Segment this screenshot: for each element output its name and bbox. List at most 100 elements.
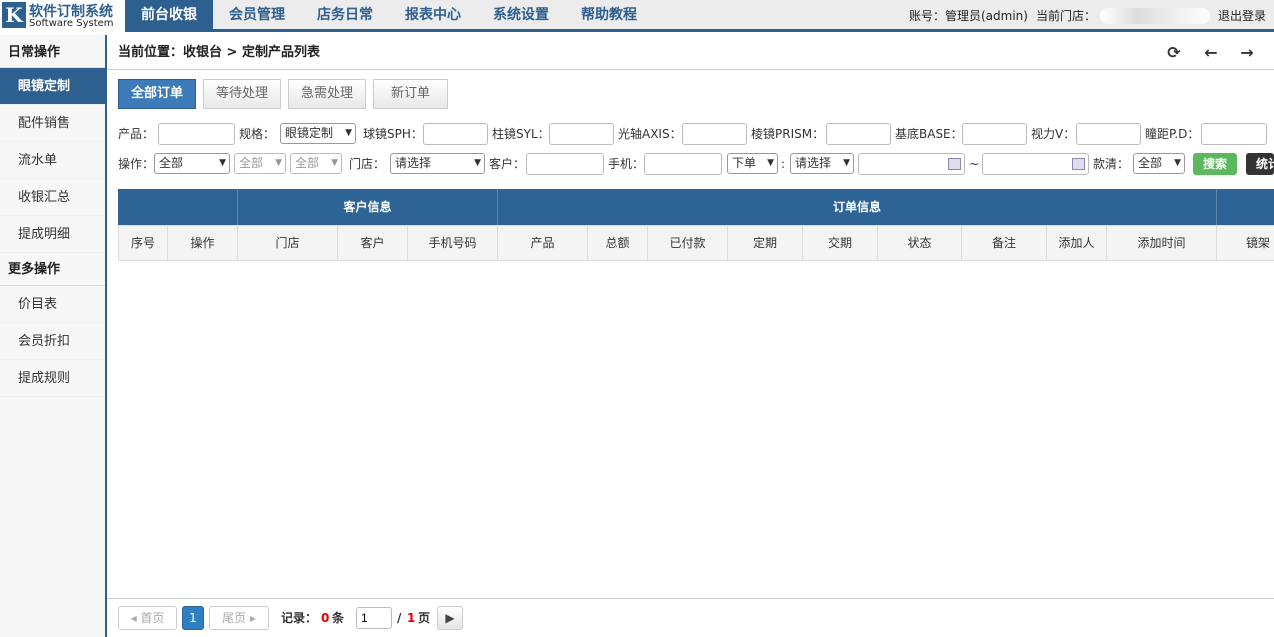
sidebar-section-daily: 日常操作 [0, 35, 105, 68]
product-input[interactable] [158, 123, 235, 145]
payment-value: 全部 [1138, 156, 1163, 170]
phone-label: 手机： [608, 157, 645, 171]
search-button[interactable]: 搜索 [1193, 153, 1238, 175]
main-nav: 前台收银 会员管理 店务日常 报表中心 系统设置 帮助教程 [125, 0, 653, 32]
store-label: 当前门店： [1035, 8, 1096, 23]
column-header: 备注 [962, 225, 1047, 261]
sph-input[interactable] [423, 123, 488, 145]
syl-input[interactable] [549, 123, 614, 145]
logout-link[interactable]: 退出登录 [1218, 1, 1266, 32]
pd-input[interactable] [1201, 123, 1267, 145]
column-header: 操作 [168, 225, 238, 261]
nav-help[interactable]: 帮助教程 [565, 0, 653, 32]
refresh-icon[interactable]: ⟳ [1164, 43, 1184, 63]
breadcrumb-text: 当前位置：收银台 > 定制产品列表 [118, 45, 320, 60]
column-header: 序号 [118, 225, 168, 261]
page-1-button[interactable]: 1 [182, 606, 204, 630]
sidebar: 日常操作 眼镜定制 配件销售 流水单 收银汇总 提成明细 更多操作 价目表 会员… [0, 35, 107, 637]
breadcrumb: 当前位置：收银台 > 定制产品列表 ⟳ ← → [107, 35, 1274, 70]
op-select[interactable]: 全部 ▼ [154, 153, 230, 174]
start-date-input[interactable] [858, 153, 965, 175]
column-header: 定期 [728, 225, 803, 261]
order-type-value: 下单 [732, 156, 757, 170]
payment-label: 款清： [1093, 157, 1130, 171]
sidebar-item-pricelist[interactable]: 价目表 [0, 286, 105, 323]
column-header: 手机号码 [408, 225, 498, 261]
records-unit: 条 [332, 611, 345, 625]
dropdown-arrow-icon: ▼ [345, 128, 352, 138]
op-value: 全部 [159, 156, 184, 170]
payment-select[interactable]: 全部 ▼ [1133, 153, 1185, 174]
choose-select[interactable]: 请选择 ▼ [790, 153, 854, 174]
dropdown-arrow-icon: ▼ [219, 158, 226, 168]
op-label: 操作： [118, 157, 155, 171]
column-header: 客户 [338, 225, 408, 261]
pages-unit: 页 [418, 611, 431, 625]
table-group-extra [1217, 189, 1274, 225]
column-header: 产品 [498, 225, 588, 261]
records-count: 0 [321, 611, 330, 625]
tab-waiting[interactable]: 等待处理 [203, 79, 282, 109]
filter-row-2: 操作： 全部 ▼ 全部 ▼ 全部 ▼ 门店： 请选择 ▼ 客户： 手机： 下单 ▼ : 请… [118, 153, 1274, 175]
table-group-order: 订单信息 [498, 189, 1217, 225]
axis-input[interactable] [682, 123, 747, 145]
nav-daily[interactable]: 店务日常 [301, 0, 389, 32]
nav-reports[interactable]: 报表中心 [389, 0, 477, 32]
sidebar-item-transactions[interactable]: 流水单 [0, 142, 105, 179]
tab-new-order[interactable]: 新订单 [373, 79, 449, 109]
tab-all-orders[interactable]: 全部订单 [118, 79, 197, 109]
go-page-button[interactable]: ▶ [437, 606, 463, 630]
filter-row-1: 产品： 规格： 眼镜定制 ▼ 球镜SPH： 柱镜SYL： 光轴AXIS： 棱镜PR… [118, 123, 1274, 145]
calendar-icon[interactable] [1072, 158, 1085, 170]
logo: K 软件订制系统 Software System [0, 0, 125, 32]
sidebar-item-accessories[interactable]: 配件销售 [0, 105, 105, 142]
dropdown-arrow-icon: ▼ [474, 158, 481, 168]
sidebar-item-rules[interactable]: 提成规则 [0, 360, 105, 397]
table-group-empty [118, 189, 238, 225]
calendar-icon[interactable] [948, 158, 961, 170]
dropdown-arrow-icon: ▼ [767, 158, 774, 168]
customer-label: 客户： [489, 157, 526, 171]
store-name-redacted [1099, 8, 1210, 24]
column-header: 状态 [878, 225, 962, 261]
column-header: 添加时间 [1107, 225, 1217, 261]
op3-select[interactable]: 全部 ▼ [290, 153, 342, 174]
base-input[interactable] [962, 123, 1027, 145]
phone-input[interactable] [644, 153, 722, 175]
dropdown-arrow-icon: ▼ [331, 158, 338, 168]
store-value: 请选择 [395, 156, 432, 170]
account-label: 账号：管理员(admin) [909, 8, 1028, 23]
nav-members[interactable]: 会员管理 [213, 0, 301, 32]
page-number-input[interactable] [356, 607, 392, 629]
sidebar-item-discount[interactable]: 会员折扣 [0, 323, 105, 360]
last-page-button[interactable]: 尾页 ▸ [209, 606, 269, 630]
tab-urgent[interactable]: 急需处理 [288, 79, 367, 109]
sidebar-section-more: 更多操作 [0, 253, 105, 286]
forward-arrow-icon[interactable]: → [1237, 43, 1257, 63]
op3-value: 全部 [295, 156, 320, 170]
first-page-button[interactable]: ◂ 首页 [118, 606, 177, 630]
customer-input[interactable] [526, 153, 604, 175]
stats-button[interactable]: 统计 [1246, 153, 1274, 175]
order-type-select[interactable]: 下单 ▼ [727, 153, 778, 174]
back-arrow-icon[interactable]: ← [1201, 43, 1221, 63]
pagination: ◂ 首页 1 尾页 ▸ 记录： 0 条 / 1 页 ▶ [107, 598, 1274, 637]
op2-select[interactable]: 全部 ▼ [234, 153, 286, 174]
column-header: 镜架 [1217, 225, 1274, 261]
prism-input[interactable] [826, 123, 891, 145]
store-select[interactable]: 请选择 ▼ [390, 153, 485, 174]
sidebar-item-summary[interactable]: 收银汇总 [0, 179, 105, 216]
nav-settings[interactable]: 系统设置 [477, 0, 565, 32]
axis-label: 光轴AXIS： [618, 127, 682, 141]
sidebar-item-glasses[interactable]: 眼镜定制 [0, 68, 105, 105]
column-header: 门店 [238, 225, 338, 261]
date-range-separator: ~ [969, 157, 980, 171]
sidebar-item-commission[interactable]: 提成明细 [0, 216, 105, 253]
nav-cashier[interactable]: 前台收银 [125, 0, 213, 32]
store-filter-label: 门店： [349, 157, 386, 171]
vision-input[interactable] [1076, 123, 1141, 145]
base-label: 基底BASE： [895, 127, 963, 141]
end-date-input[interactable] [982, 153, 1089, 175]
column-header: 已付款 [648, 225, 728, 261]
spec-select[interactable]: 眼镜定制 ▼ [280, 123, 356, 144]
